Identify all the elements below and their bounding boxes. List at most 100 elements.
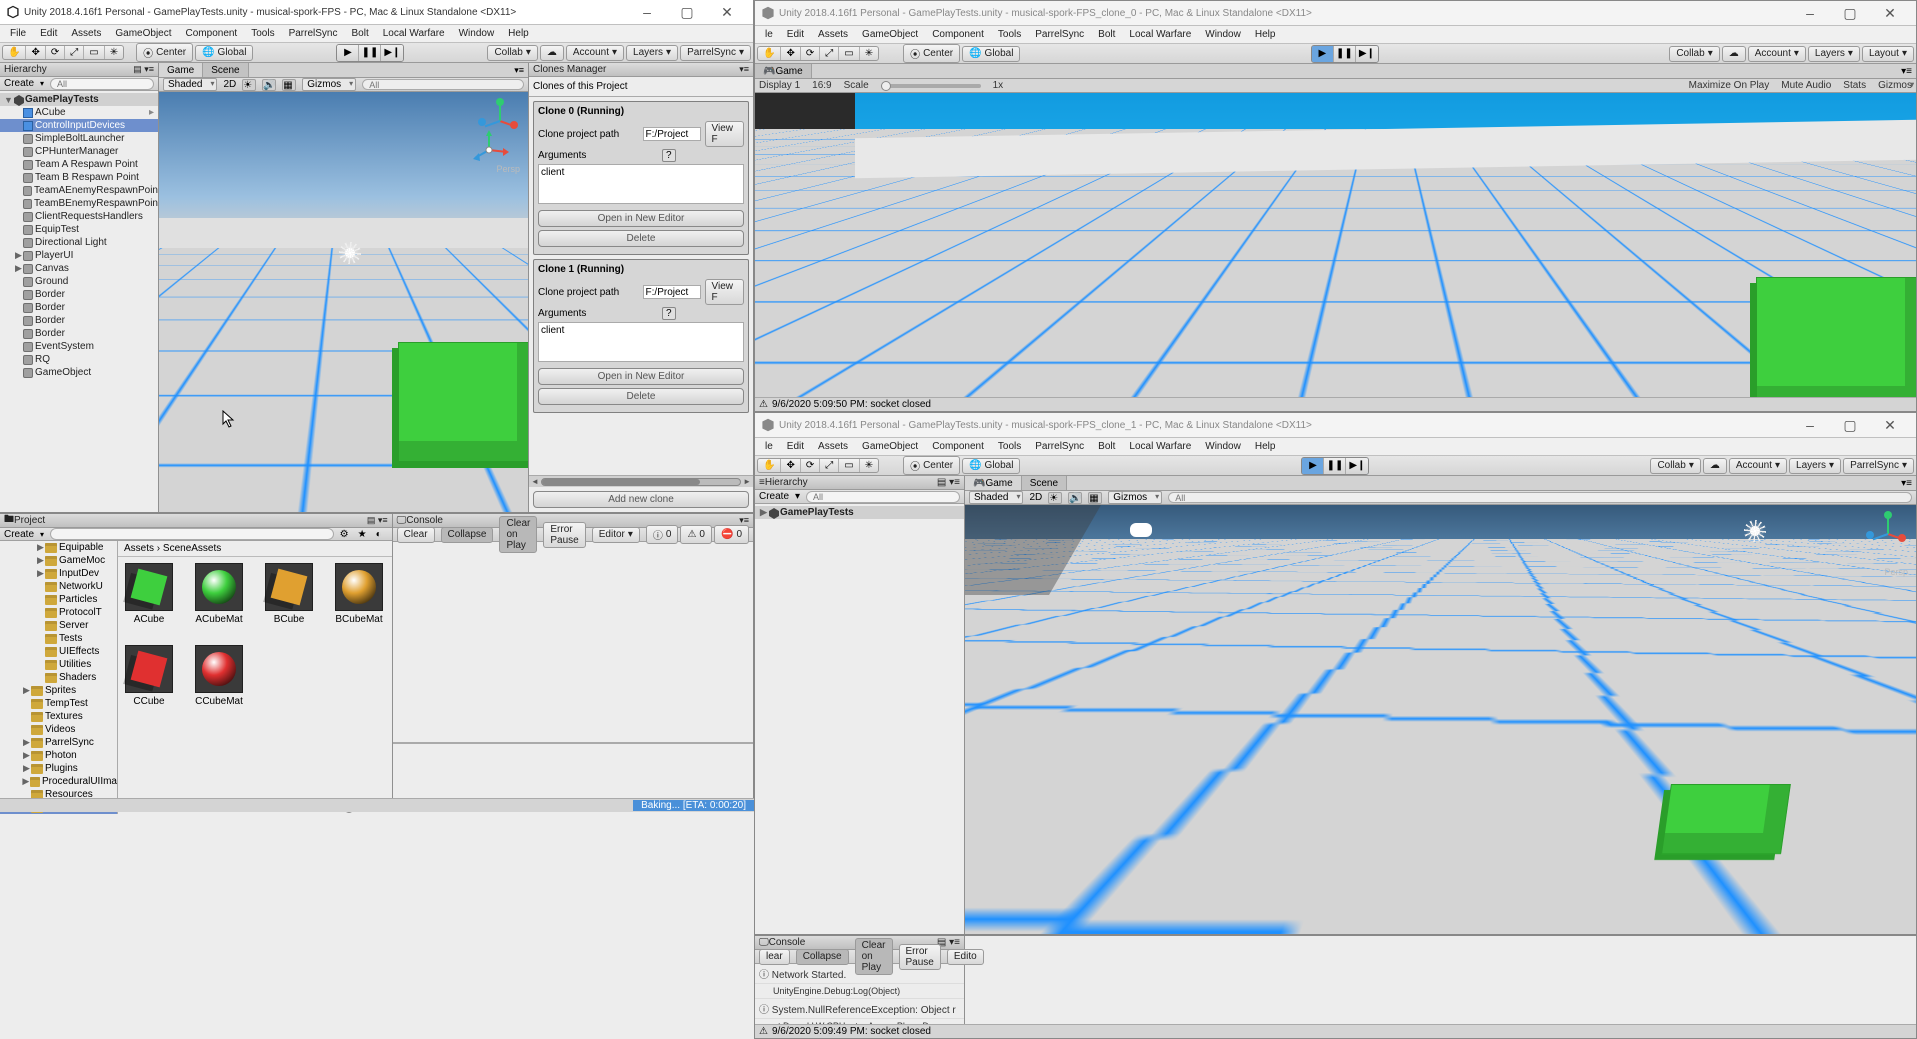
clone-args-input[interactable]: client (538, 164, 744, 204)
console-message[interactable]: ⓘ Network Started. (755, 964, 964, 984)
clone0-maximize[interactable]: Maximize On Play (1689, 80, 1770, 91)
hierarchy-item[interactable]: ▶Canvas (0, 262, 158, 275)
hierarchy-item[interactable]: SimpleBoltLauncher (0, 132, 158, 145)
menu-file[interactable]: File (4, 27, 32, 40)
menu-tools[interactable]: Tools (992, 28, 1027, 41)
hierarchy-item[interactable]: TeamBEnemyRespawnPoin (0, 197, 158, 210)
clone0-scale-slider[interactable] (881, 84, 981, 88)
console-message[interactable]: ⓘ System.NullReferenceException: Object … (755, 999, 964, 1019)
star-icon[interactable]: ★ (358, 529, 370, 540)
clone1-hier-search[interactable] (806, 491, 960, 503)
folder-item[interactable]: ▶Plugins (0, 762, 117, 775)
menu-edit[interactable]: Edit (781, 28, 810, 41)
clone1-light-gizmo[interactable] (1744, 520, 1766, 542)
menu-window[interactable]: Window (453, 27, 501, 40)
scale-tool-icon[interactable]: ⤢ (65, 46, 84, 59)
menu-gameobject[interactable]: GameObject (856, 28, 924, 41)
menu-bolt[interactable]: Bolt (345, 27, 374, 40)
clone1-scene-root[interactable]: ▶GamePlayTests (755, 506, 964, 519)
clone0-pivot[interactable]: ⦿ Center (903, 44, 960, 63)
asset-item[interactable]: BCubeMat (334, 563, 384, 625)
clones-scrollbar[interactable]: ◄► (529, 475, 753, 487)
hierarchy-item[interactable]: EquipTest (0, 223, 158, 236)
add-clone-button[interactable]: Add new clone (533, 491, 749, 508)
clone1-fx-toggle[interactable]: ▦ (1088, 492, 1102, 504)
filter-icon[interactable]: ⚙ (340, 529, 352, 540)
hierarchy-item[interactable]: ACube▸ (0, 106, 158, 119)
clone-path-input[interactable] (643, 285, 701, 299)
rotate-tool-icon[interactable]: ⟳ (46, 46, 65, 59)
project-folder-tree[interactable]: ▶Equipable▶GameMoc▶InputDevNetworkUParti… (0, 541, 118, 814)
clone0-account[interactable]: Account ▾ (1748, 46, 1806, 62)
clone1-gizmos[interactable]: Gizmos (1108, 491, 1162, 504)
transform-tools[interactable]: ✋ ✥ ⟳ ⤢ ▭ ✳ (2, 45, 124, 60)
help-icon[interactable]: ? (662, 149, 676, 162)
step-button[interactable]: ▶❙ (381, 45, 403, 61)
collapse-toggle[interactable]: Collapse (441, 527, 494, 543)
folder-item[interactable]: TempTest (0, 697, 117, 710)
folder-item[interactable]: Textures (0, 710, 117, 723)
clone1-cloud-icon[interactable]: ☁ (1703, 458, 1727, 474)
menu-window[interactable]: Window (1199, 28, 1247, 41)
clone0-collab[interactable]: Collab ▾ (1669, 46, 1719, 62)
menu-le[interactable]: le (759, 28, 779, 41)
menu-assets[interactable]: Assets (812, 440, 854, 453)
clone0-cloud-icon[interactable]: ☁ (1722, 46, 1746, 62)
folder-item[interactable]: NetworkU (0, 580, 117, 593)
scene-search[interactable] (362, 79, 524, 90)
hierarchy-options-icon[interactable]: ▤ ▾≡ (133, 64, 154, 75)
clone1-parrelsync[interactable]: ParrelSync ▾ (1843, 458, 1914, 474)
clone1-orient-gizmo[interactable] (1868, 513, 1908, 553)
folder-item[interactable]: ▶Photon (0, 749, 117, 762)
scene-tab[interactable]: Scene (203, 63, 248, 77)
light-toggle-icon[interactable]: ☀ (242, 79, 256, 91)
clone0-max[interactable]: ▢ (1830, 5, 1870, 22)
menu-help[interactable]: Help (1249, 440, 1282, 453)
clone0-display[interactable]: Display 1 (759, 80, 800, 91)
folder-item[interactable]: ▶Sprites (0, 684, 117, 697)
hierarchy-search[interactable] (50, 78, 154, 90)
fx-toggle-icon[interactable]: ▦ (282, 79, 296, 91)
menu-help[interactable]: Help (502, 27, 535, 40)
help-icon[interactable]: ? (662, 307, 676, 320)
clone1-console-msgs[interactable]: ⓘ Network Started.UnityEngine.Debug:Log(… (755, 964, 964, 1024)
account-dropdown[interactable]: Account ▾ (566, 45, 624, 61)
cloud-gizmo-icon[interactable] (1130, 523, 1152, 537)
menu-window[interactable]: Window (1199, 440, 1247, 453)
folder-item[interactable]: UIEffects (0, 645, 117, 658)
hierarchy-item[interactable]: CPHunterManager (0, 145, 158, 158)
clone1-account[interactable]: Account ▾ (1729, 458, 1787, 474)
tab-options-icon[interactable]: ▾≡ (510, 65, 528, 76)
hierarchy-item[interactable]: Team B Respawn Point (0, 171, 158, 184)
asset-item[interactable]: ACubeMat (194, 563, 244, 625)
hand-tool-icon[interactable]: ✋ (3, 46, 26, 59)
menu-tools[interactable]: Tools (245, 27, 280, 40)
folder-item[interactable]: Utilities (0, 658, 117, 671)
menu-assets[interactable]: Assets (812, 28, 854, 41)
scene-viewport[interactable]: Persp (159, 92, 528, 512)
clone1-scene-search[interactable] (1168, 492, 1912, 503)
clone1-scene-viewport[interactable]: Persp (965, 505, 1916, 934)
layers-dropdown[interactable]: Layers ▾ (626, 45, 678, 61)
move-tool-icon[interactable]: ✥ (26, 46, 45, 59)
clone1-cube[interactable] (1661, 784, 1791, 854)
hierarchy-item[interactable]: Directional Light (0, 236, 158, 249)
play-button[interactable]: ▶ (337, 45, 359, 61)
clone1-max[interactable]: ▢ (1830, 417, 1870, 434)
menu-assets[interactable]: Assets (65, 27, 107, 40)
delete-clone-button[interactable]: Delete (538, 230, 744, 247)
clone1-light-toggle[interactable]: ☀ (1048, 492, 1062, 504)
hierarchy-item[interactable]: EventSystem (0, 340, 158, 353)
gizmos-dropdown[interactable]: Gizmos (302, 78, 356, 91)
menu-bolt[interactable]: Bolt (1092, 440, 1121, 453)
clone0-gizmos[interactable]: Gizmos (1878, 80, 1912, 91)
clone1-collab[interactable]: Collab ▾ (1650, 458, 1700, 474)
menu-bolt[interactable]: Bolt (1092, 28, 1121, 41)
menu-parrelsync[interactable]: ParrelSync (1029, 28, 1090, 41)
shading-dropdown[interactable]: Shaded (163, 78, 217, 91)
d-toggle[interactable]: 2D (223, 79, 236, 90)
pivot-toggle[interactable]: ⦿ Center (136, 43, 193, 62)
folder-item[interactable]: ProtocolT (0, 606, 117, 619)
clone1-close[interactable]: ✕ (1870, 417, 1910, 434)
menu-parrelsync[interactable]: ParrelSync (1029, 440, 1090, 453)
